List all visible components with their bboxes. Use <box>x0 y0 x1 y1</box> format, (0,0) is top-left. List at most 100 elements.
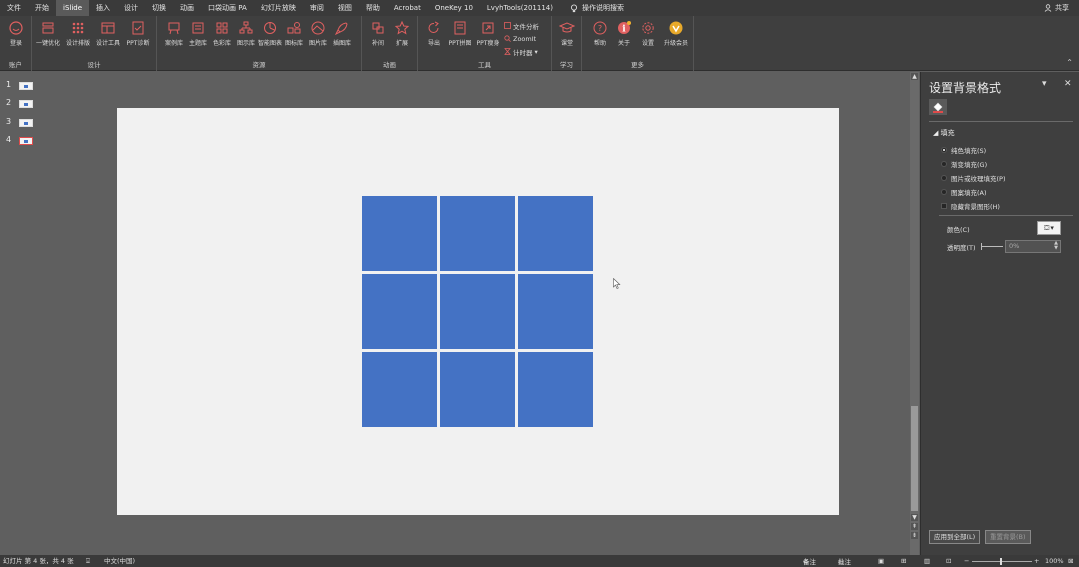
blue-tile[interactable] <box>362 196 437 271</box>
tween-icon <box>372 22 384 34</box>
slideshow-icon[interactable]: ⊡ <box>946 556 951 566</box>
radio-pattern-fill[interactable]: 图案填充(A) <box>941 187 987 197</box>
upgrade-vip-button[interactable]: 升级会员 <box>662 20 690 47</box>
mouse-pointer-icon <box>613 278 621 289</box>
tab-help[interactable]: 帮助 <box>359 0 387 16</box>
tab-slideshow[interactable]: 幻灯片放映 <box>254 0 303 16</box>
image-icon <box>311 21 325 35</box>
tab-insert[interactable]: 插入 <box>89 0 117 16</box>
tab-lvyhtools[interactable]: LvyhTools(201114) <box>480 0 560 16</box>
collage-icon <box>454 21 466 35</box>
slide-thumb-1[interactable]: 1 <box>4 80 40 92</box>
tab-acrobat[interactable]: Acrobat <box>387 0 428 16</box>
timer-button[interactable]: 计时器 ▾ <box>504 46 539 57</box>
paint-bucket-icon: ⛋ <box>1044 223 1050 232</box>
zoom-out-icon[interactable]: − <box>964 556 969 566</box>
tab-file[interactable]: 文件 <box>0 0 28 16</box>
reading-view-icon[interactable]: ▥ <box>924 556 930 566</box>
spin-arrows-icon[interactable]: ▲ ▼ <box>1054 241 1058 251</box>
collapse-triangle-icon: ◢ <box>933 129 941 137</box>
tab-onekey[interactable]: OneKey 10 <box>428 0 480 16</box>
zoom-slider-knob[interactable] <box>1000 558 1002 565</box>
compress-icon <box>482 22 494 34</box>
blue-tile[interactable] <box>362 274 437 349</box>
slide-thumb-2[interactable]: 2 <box>4 98 40 110</box>
slide-editor-canvas <box>45 72 910 555</box>
slide-thumb-4[interactable]: 4 <box>4 135 40 147</box>
slide-sorter-icon[interactable]: ⊞ <box>901 556 906 566</box>
slide-thumb-preview <box>19 119 33 127</box>
reset-background-button[interactable]: 重置背景(B) <box>985 530 1031 544</box>
scrollbar-thumb[interactable] <box>911 406 918 511</box>
ppt-diagnose-button[interactable]: PPT诊断 <box>124 20 152 47</box>
tab-home[interactable]: 开始 <box>28 0 56 16</box>
prev-slide-icon[interactable]: ⇞ <box>911 523 918 530</box>
one-click-optimize-button[interactable]: 一键优化 <box>34 20 62 47</box>
pane-options-icon[interactable]: ▾ <box>1042 79 1047 89</box>
transparency-slider[interactable] <box>981 243 1003 250</box>
language-indicator[interactable]: 中文(中国) <box>104 556 135 566</box>
tell-me-search[interactable]: 操作说明搜索 <box>560 0 631 16</box>
current-slide[interactable] <box>117 108 839 515</box>
radio-picture-fill[interactable]: 图片或纹理填充(P) <box>941 173 1006 183</box>
settings-button[interactable]: 设置 <box>634 20 662 47</box>
blue-tile[interactable] <box>362 352 437 427</box>
zoomit-button[interactable]: ZoomIt <box>504 33 539 44</box>
lightbulb-icon <box>570 3 578 12</box>
fill-tab[interactable] <box>929 99 947 115</box>
collapse-ribbon-icon[interactable]: ⌃ <box>1066 58 1073 67</box>
scroll-up-icon[interactable]: ▲ <box>911 73 918 80</box>
blue-tile[interactable] <box>518 352 593 427</box>
slide-thumb-3[interactable]: 3 <box>4 117 40 129</box>
close-icon[interactable]: ✕ <box>1064 79 1072 89</box>
pane-divider <box>929 121 1073 122</box>
blue-tile[interactable] <box>518 274 593 349</box>
tab-transitions[interactable]: 切换 <box>145 0 173 16</box>
format-background-pane: 设置背景格式 ▾ ✕ ◢ 填充 纯色填充(S) 渐变填充(G) 图片或纹理填充(… <box>920 72 1079 555</box>
blue-tile[interactable] <box>440 352 515 427</box>
radio-gradient-fill[interactable]: 渐变填充(G) <box>941 159 987 169</box>
normal-view-icon[interactable]: ▣ <box>878 556 884 566</box>
gear-icon <box>642 22 654 34</box>
radio-solid-fill[interactable]: 纯色填充(S) <box>941 145 986 155</box>
blue-tile[interactable] <box>518 196 593 271</box>
illustration-library-button[interactable]: 插图库 <box>328 20 356 47</box>
export-button[interactable]: 导出 <box>420 20 448 47</box>
spell-check-icon[interactable]: ⍓ <box>86 556 90 566</box>
file-analysis-button[interactable]: 文件分析 <box>504 20 539 31</box>
palette-icon <box>216 22 228 34</box>
tab-review[interactable]: 审阅 <box>303 0 331 16</box>
transparency-input[interactable]: 0% ▲ ▼ <box>1005 240 1061 253</box>
slide-thumb-preview <box>19 137 33 145</box>
blue-tile[interactable] <box>440 274 515 349</box>
hourglass-icon <box>504 48 511 55</box>
design-layout-button[interactable]: 设计排版 <box>64 20 92 47</box>
tab-animations[interactable]: 动画 <box>173 0 201 16</box>
apply-to-all-button[interactable]: 应用到全部(L) <box>929 530 981 544</box>
blue-tile[interactable] <box>440 196 515 271</box>
ppt-slim-button[interactable]: PPT瘦身 <box>474 20 502 47</box>
zoom-in-icon[interactable]: + <box>1034 556 1039 566</box>
design-tools-button[interactable]: 设计工具 <box>94 20 122 47</box>
tab-view[interactable]: 视图 <box>331 0 359 16</box>
fill-section-header[interactable]: ◢ 填充 <box>933 128 955 138</box>
tab-islide[interactable]: iSlide <box>56 0 90 16</box>
hide-background-graphics-checkbox[interactable]: 隐藏背景图形(H) <box>941 201 1000 211</box>
expand-button[interactable]: 扩展 <box>388 20 416 47</box>
ppt-collage-button[interactable]: PPT拼图 <box>446 20 474 47</box>
tab-design[interactable]: 设计 <box>117 0 145 16</box>
share-button[interactable]: 共享 <box>1044 0 1069 16</box>
zoom-level[interactable]: 100% <box>1045 556 1064 566</box>
vertical-scrollbar[interactable]: ▲ ▼ ⇞ ⇟ <box>910 72 919 555</box>
class-button[interactable]: 课堂 <box>553 20 581 47</box>
login-button[interactable]: 登录 <box>2 20 30 47</box>
fill-color-dropdown[interactable]: ⛋ ▾ <box>1037 221 1061 235</box>
pane-divider <box>939 215 1073 216</box>
next-slide-icon[interactable]: ⇟ <box>911 532 918 539</box>
fit-to-window-icon[interactable]: ⊠ <box>1068 556 1073 566</box>
zoom-slider[interactable] <box>972 561 1032 562</box>
case-icon <box>168 22 180 35</box>
tab-pocket-animation[interactable]: 口袋动画 PA <box>201 0 254 16</box>
scroll-down-icon[interactable]: ▼ <box>911 514 918 521</box>
group-tools: 导出 PPT拼图 PPT瘦身 文件分析 ZoomIt 计时器 ▾ 工具 <box>418 16 552 71</box>
